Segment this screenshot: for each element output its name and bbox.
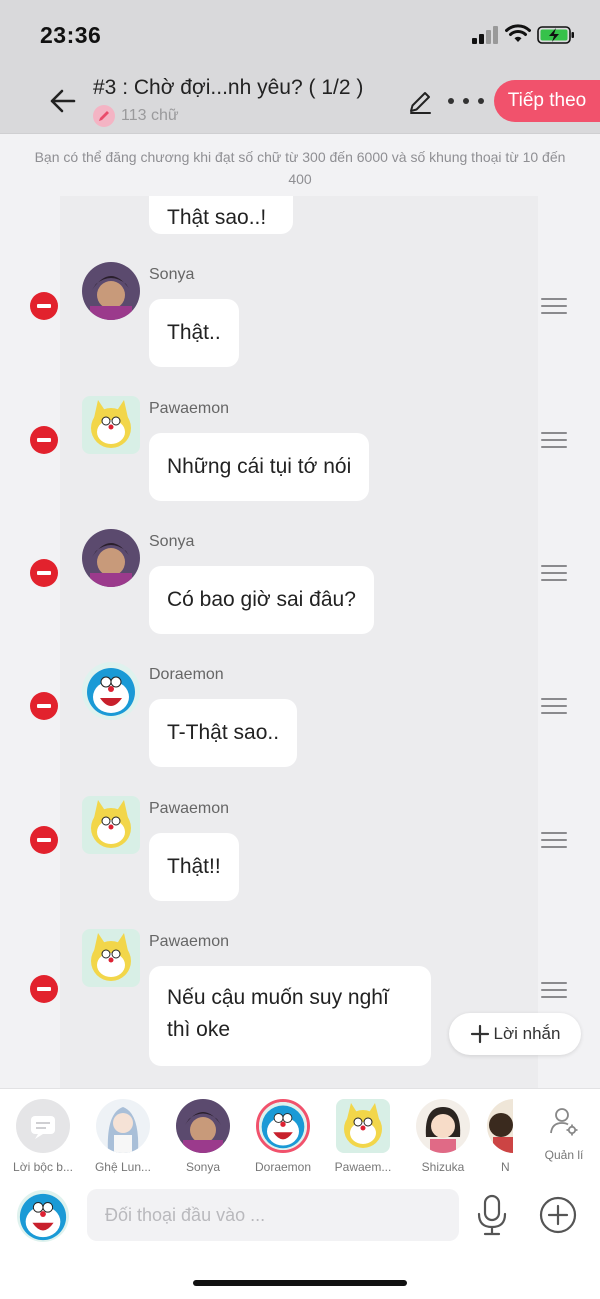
status-time: 23:36 — [40, 22, 102, 48]
message-bubble-partial[interactable]: Thật sao..! — [149, 196, 293, 234]
drag-handle-icon[interactable] — [541, 982, 567, 998]
delete-row-icon[interactable] — [30, 426, 58, 454]
more-options-icon[interactable] — [448, 88, 484, 114]
add-icon[interactable] — [538, 1195, 578, 1235]
message-bubble[interactable]: Nếu cậu muốn suy nghĩ thì oke — [149, 966, 431, 1066]
character-label: Pawaem... — [334, 1160, 392, 1174]
character-label: N — [501, 1160, 510, 1174]
avatar-pawaemon — [82, 796, 140, 854]
character-label: Doraemon — [254, 1160, 312, 1174]
character-item[interactable]: Ghệ Lun... — [87, 1099, 159, 1174]
delete-row-icon[interactable] — [30, 692, 58, 720]
dialogue-input[interactable] — [87, 1189, 459, 1241]
current-speaker-avatar[interactable] — [17, 1190, 69, 1242]
status-bar: 23:36 — [0, 0, 600, 70]
avatar-ghe-lun — [96, 1099, 150, 1153]
avatar-shizuka — [416, 1099, 470, 1153]
message-bubble[interactable]: Thật.. — [149, 299, 239, 367]
avatar-doraemon — [82, 662, 140, 720]
avatar-partial — [487, 1099, 513, 1153]
character-narration[interactable]: Lời bộc b... — [7, 1099, 79, 1174]
speaker-name: Doraemon — [149, 666, 224, 683]
speaker-name: Sonya — [149, 266, 195, 283]
character-item[interactable]: Sonya — [167, 1099, 239, 1174]
drag-handle-icon[interactable] — [541, 565, 567, 581]
manage-characters-button[interactable]: Quản lí — [538, 1105, 590, 1162]
speaker-name: Pawaemon — [149, 933, 230, 950]
avatar-sonya — [82, 529, 140, 587]
drag-handle-icon[interactable] — [541, 298, 567, 314]
manage-user-icon — [550, 1108, 578, 1136]
microphone-icon[interactable] — [474, 1194, 510, 1236]
avatar-sonya — [82, 262, 140, 320]
plus-icon — [470, 1024, 489, 1044]
character-label: Shizuka — [421, 1160, 465, 1174]
character-picker: Lời bộc b... Ghệ Lun... Sonya Doraemon P… — [0, 1088, 600, 1180]
avatar-pawaemon — [82, 929, 140, 987]
chapter-header: #3 : Chờ đợi...nh yêu? ( 1/2 ) 113 chữ T… — [0, 70, 600, 134]
avatar-pawaemon — [336, 1099, 390, 1153]
avatar-sonya — [176, 1099, 230, 1153]
word-count-row: 113 chữ — [93, 105, 179, 127]
edit-icon[interactable] — [406, 88, 434, 116]
speaker-name: Pawaemon — [149, 800, 230, 817]
delete-row-icon[interactable] — [30, 559, 58, 587]
wifi-icon — [505, 24, 531, 42]
character-item-partial[interactable]: N — [487, 1099, 513, 1174]
delete-row-icon[interactable] — [30, 826, 58, 854]
cellular-signal-icon — [472, 26, 500, 44]
drag-handle-icon[interactable] — [541, 698, 567, 714]
character-label: Lời bộc b... — [13, 1160, 73, 1174]
drag-handle-icon[interactable] — [541, 832, 567, 848]
avatar-pawaemon — [82, 396, 140, 454]
drag-handle-icon[interactable] — [541, 432, 567, 448]
speaker-name: Sonya — [149, 533, 195, 550]
character-item[interactable]: Pawaem... — [327, 1099, 399, 1174]
delete-row-icon[interactable] — [30, 292, 58, 320]
composer-bar — [0, 1180, 600, 1299]
character-label: Sonya — [185, 1160, 221, 1174]
speaker-name: Pawaemon — [149, 400, 230, 417]
add-note-label: Lời nhắn — [493, 1024, 561, 1043]
character-label: Ghệ Lun... — [94, 1160, 152, 1174]
manage-label: Quản lí — [544, 1148, 584, 1162]
add-note-button[interactable]: Lời nhắn — [449, 1013, 581, 1055]
character-item-selected[interactable]: Doraemon — [247, 1099, 319, 1174]
next-button[interactable]: Tiếp theo — [494, 80, 600, 122]
message-bubble[interactable]: Thật!! — [149, 833, 239, 901]
narration-icon — [16, 1099, 70, 1153]
home-indicator — [193, 1280, 407, 1286]
word-count: 113 chữ — [121, 107, 179, 124]
avatar-doraemon — [256, 1099, 310, 1153]
delete-row-icon[interactable] — [30, 975, 58, 1003]
battery-charging-icon — [537, 26, 574, 44]
chapter-requirement-notice: Bạn có thể đăng chương khi đạt số chữ từ… — [34, 149, 566, 187]
pencil-icon — [93, 105, 115, 127]
message-bubble[interactable]: T-Thật sao.. — [149, 699, 298, 767]
dialogue-list[interactable]: Thật sao..! Sonya Thật.. Pawaemon Những … — [0, 196, 600, 1088]
character-item[interactable]: Shizuka — [407, 1099, 479, 1174]
back-arrow-icon[interactable] — [44, 84, 78, 118]
message-bubble[interactable]: Những cái tụi tớ nói — [149, 433, 370, 501]
chapter-title[interactable]: #3 : Chờ đợi...nh yêu? ( 1/2 ) — [93, 76, 363, 100]
message-bubble[interactable]: Có bao giờ sai đâu? — [149, 566, 374, 634]
